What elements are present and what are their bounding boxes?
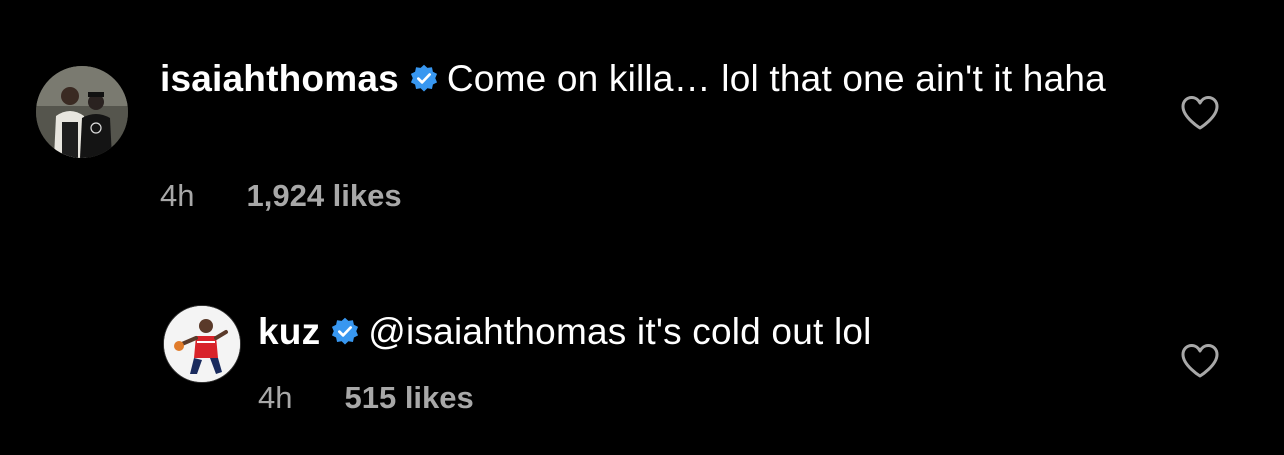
timestamp: 4h [258, 380, 293, 415]
comment-meta: 4h 515 likes [258, 380, 474, 416]
username[interactable]: isaiahthomas [160, 58, 399, 99]
username[interactable]: kuz [258, 311, 320, 352]
profile-photo-basketball-player-icon [164, 306, 240, 382]
avatar[interactable] [163, 305, 241, 383]
heart-icon[interactable] [1180, 95, 1220, 131]
heart-icon[interactable] [1180, 343, 1220, 379]
verified-badge-icon [409, 64, 439, 94]
timestamp: 4h [160, 178, 195, 213]
verified-badge-icon [330, 317, 360, 347]
comment-meta: 4h 1,924 likes [160, 178, 402, 214]
profile-photo-two-men-icon [36, 66, 128, 158]
comment-item: isaiahthomas Come on killa… lol that one … [0, 0, 1284, 240]
comment-text-block: isaiahthomas Come on killa… lol that one … [160, 57, 1150, 101]
avatar[interactable] [36, 66, 128, 158]
comment-text: @isaiahthomas it's cold out lol [368, 311, 872, 352]
reply-item: kuz @isaiahthomas it's cold out lol 4h 51… [0, 280, 1284, 455]
likes-count[interactable]: 1,924 likes [246, 178, 401, 214]
reply-text-block: kuz @isaiahthomas it's cold out lol [258, 310, 1158, 354]
likes-count[interactable]: 515 likes [344, 380, 473, 416]
comment-text: Come on killa… lol that one ain't it hah… [446, 58, 1106, 99]
